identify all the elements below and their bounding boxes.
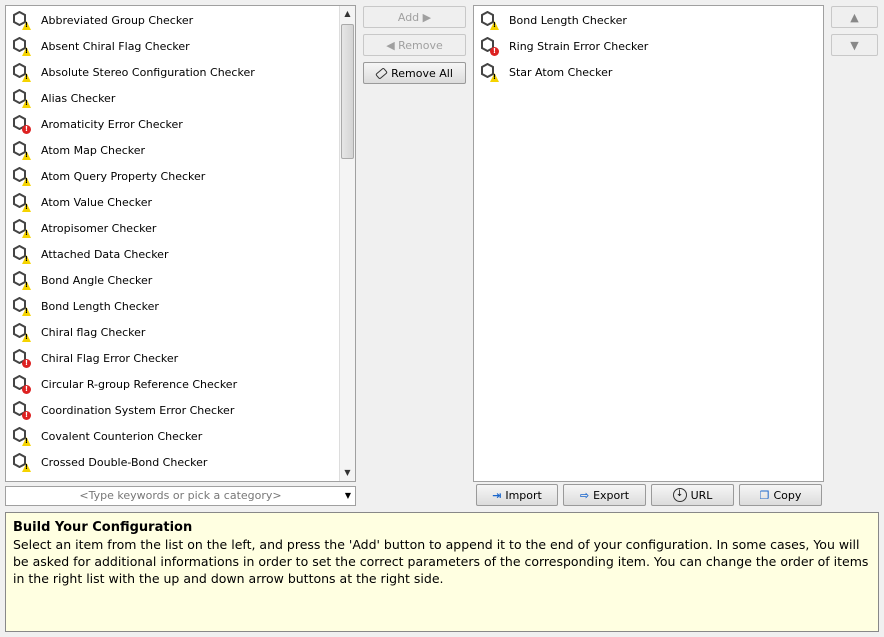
help-title: Build Your Configuration	[13, 520, 193, 535]
import-icon: ⇥	[492, 488, 502, 502]
checker-warning-icon: !	[12, 322, 32, 342]
checker-error-icon: !	[12, 114, 32, 134]
copy-label: Copy	[773, 488, 802, 502]
list-item-label: Abbreviated Group Checker	[41, 13, 194, 27]
list-item[interactable]: ! Crossed Double-Bond Checker	[6, 449, 355, 475]
list-item-label: Crossed Double-Bond Checker	[41, 455, 208, 469]
list-item-label: Covalent Counterion Checker	[41, 429, 203, 443]
list-item[interactable]: ! Coordination System Error Checker	[6, 397, 355, 423]
list-item-label: Bond Angle Checker	[41, 273, 153, 287]
checker-warning-icon: !	[12, 452, 32, 472]
list-item[interactable]: ! Absolute Stereo Configuration Checker	[6, 59, 355, 85]
list-item[interactable]: ! Absent Chiral Flag Checker	[6, 33, 355, 59]
available-checkers-list[interactable]: ! Abbreviated Group Checker! Absent Chiral…	[5, 5, 356, 482]
list-item-label: Bond Length Checker	[509, 13, 627, 27]
list-item-label: Attached Data Checker	[41, 247, 169, 261]
list-item-label: Coordination System Error Checker	[41, 403, 235, 417]
checker-warning-icon: !	[12, 62, 32, 82]
export-label: Export	[593, 488, 630, 502]
checker-warning-icon: !	[12, 244, 32, 264]
list-item-label: Atom Query Property Checker	[41, 169, 206, 183]
list-item[interactable]: ! Chiral flag Checker	[6, 319, 355, 345]
list-item[interactable]: ! Abbreviated Group Checker	[6, 7, 355, 33]
list-item[interactable]: ! Bond Length Checker	[474, 7, 823, 33]
list-item[interactable]: ! Attached Data Checker	[6, 241, 355, 267]
checker-warning-icon: !	[12, 296, 32, 316]
export-icon: ⇨	[579, 488, 590, 502]
move-up-button[interactable]: ▲	[831, 6, 878, 28]
list-item-label: Alias Checker	[41, 91, 116, 105]
list-item[interactable]: ! Atom Query Property Checker	[6, 163, 355, 189]
list-item[interactable]: ! Bond Length Checker	[6, 293, 355, 319]
list-item-label: Bond Length Checker	[41, 299, 159, 313]
checker-warning-icon: !	[480, 10, 500, 30]
list-item-label: Aromaticity Error Checker	[41, 117, 183, 131]
import-label: Import	[505, 488, 542, 502]
scroll-down-arrow[interactable]: ▼	[340, 465, 355, 481]
scroll-up-arrow[interactable]: ▲	[340, 6, 355, 22]
configuration-list[interactable]: ! Bond Length Checker! Ring Strain Error C…	[473, 5, 824, 482]
list-item-label: Star Atom Checker	[509, 65, 613, 79]
list-item[interactable]: ! Aromaticity Error Checker	[6, 111, 355, 137]
checker-warning-icon: !	[12, 218, 32, 238]
chevron-down-icon[interactable]: ▼	[345, 487, 351, 505]
remove-all-label: Remove All	[391, 66, 453, 80]
list-item[interactable]: ! Alias Checker	[6, 85, 355, 111]
copy-button[interactable]: ❐ Copy	[739, 484, 822, 506]
scrollbar[interactable]: ▲ ▼	[339, 6, 355, 481]
move-down-button[interactable]: ▼	[831, 34, 878, 56]
list-item-label: Ring Strain Error Checker	[509, 39, 649, 53]
list-item[interactable]: ! Covalent Counterion Checker	[6, 423, 355, 449]
list-item[interactable]: ! Ring Strain Error Checker	[474, 33, 823, 59]
remove-button[interactable]: ◀ Remove	[363, 34, 466, 56]
checker-error-icon: !	[480, 36, 500, 56]
list-item-label: Circular R-group Reference Checker	[41, 377, 238, 391]
url-button[interactable]: ↓ URL	[651, 484, 734, 506]
list-item-label: Absent Chiral Flag Checker	[41, 39, 190, 53]
scrollbar-thumb[interactable]	[341, 24, 354, 159]
checker-warning-icon: !	[12, 140, 32, 160]
eraser-icon	[375, 66, 389, 80]
list-item[interactable]: ! Star Atom Checker	[474, 59, 823, 85]
help-panel: Build Your Configuration Select an item …	[5, 512, 879, 632]
checker-warning-icon: !	[12, 10, 32, 30]
list-item[interactable]: ! Chiral Flag Error Checker	[6, 345, 355, 371]
list-item[interactable]: ! Bond Angle Checker	[6, 267, 355, 293]
checker-warning-icon: !	[12, 192, 32, 212]
export-button[interactable]: ⇨ Export	[563, 484, 646, 506]
checker-warning-icon: !	[480, 62, 500, 82]
list-item[interactable]: ! Atropisomer Checker	[6, 215, 355, 241]
list-item-label: Absolute Stereo Configuration Checker	[41, 65, 255, 79]
list-item-label: Atom Map Checker	[41, 143, 146, 157]
list-item-label: Atom Value Checker	[41, 195, 153, 209]
list-item[interactable]: ! Atom Value Checker	[6, 189, 355, 215]
list-item-label: Chiral Flag Error Checker	[41, 351, 179, 365]
checker-warning-icon: !	[12, 166, 32, 186]
list-item[interactable]: ! Circular R-group Reference Checker	[6, 371, 355, 397]
list-item-label: Chiral flag Checker	[41, 325, 146, 339]
add-button[interactable]: Add ▶	[363, 6, 466, 28]
checker-warning-icon: !	[12, 426, 32, 446]
url-label: URL	[690, 488, 713, 502]
checker-warning-icon: !	[12, 88, 32, 108]
search-input[interactable]: <Type keywords or pick a category> ▼	[5, 486, 356, 506]
checker-warning-icon: !	[12, 36, 32, 56]
list-item[interactable]: ! Atom Map Checker	[6, 137, 355, 163]
import-button[interactable]: ⇥ Import	[476, 484, 558, 506]
download-circle-icon: ↓	[672, 488, 687, 502]
checker-error-icon: !	[12, 348, 32, 368]
checker-error-icon: !	[12, 374, 32, 394]
copy-icon: ❐	[759, 488, 770, 502]
checker-error-icon: !	[12, 400, 32, 420]
checker-warning-icon: !	[12, 270, 32, 290]
remove-all-button[interactable]: Remove All	[363, 62, 466, 84]
list-item-label: Atropisomer Checker	[41, 221, 157, 235]
help-text: Select an item from the list on the left…	[13, 537, 869, 586]
